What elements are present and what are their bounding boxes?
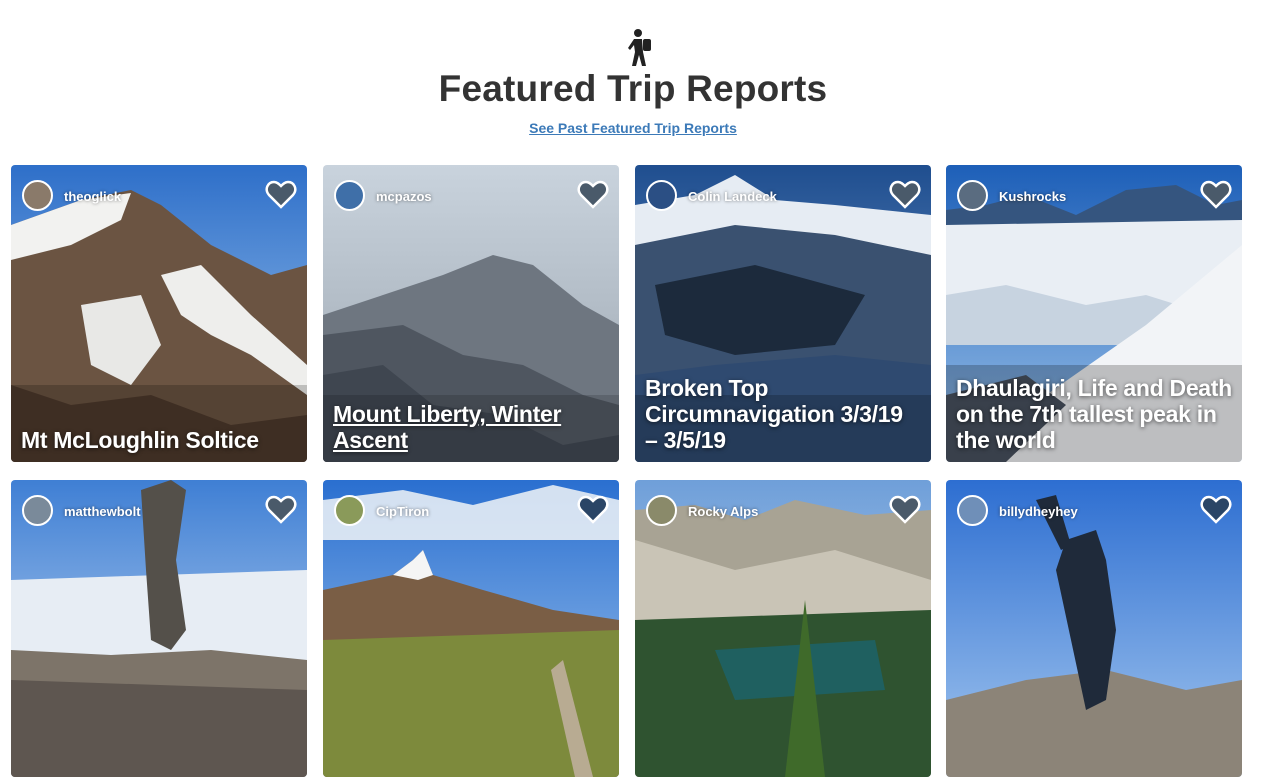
card-username[interactable]: Kushrocks bbox=[999, 189, 1066, 204]
heart-icon[interactable] bbox=[265, 495, 297, 525]
heart-icon[interactable] bbox=[889, 180, 921, 210]
card-username[interactable]: Rocky Alps bbox=[688, 504, 758, 519]
avatar[interactable] bbox=[22, 180, 53, 211]
heart-icon[interactable] bbox=[889, 495, 921, 525]
card-username[interactable]: theoglick bbox=[64, 189, 121, 204]
avatar[interactable] bbox=[334, 495, 365, 526]
trip-card[interactable]: mcpazos Mount Liberty, Winter Ascent bbox=[323, 165, 619, 462]
trip-photo bbox=[323, 480, 619, 777]
trip-card[interactable]: Kushrocks Dhaulagiri, Life and Death on … bbox=[946, 165, 1242, 462]
trip-card[interactable]: billydheyhey bbox=[946, 480, 1242, 777]
avatar[interactable] bbox=[646, 180, 677, 211]
heart-icon[interactable] bbox=[577, 180, 609, 210]
card-username[interactable]: matthewbolt bbox=[64, 504, 141, 519]
card-username[interactable]: billydheyhey bbox=[999, 504, 1078, 519]
avatar[interactable] bbox=[334, 180, 365, 211]
card-title[interactable]: Broken Top Circumnavigation 3/3/19 – 3/5… bbox=[645, 375, 921, 453]
card-username[interactable]: Colin Landeck bbox=[688, 189, 777, 204]
trip-card[interactable]: CipTiron bbox=[323, 480, 619, 777]
avatar[interactable] bbox=[957, 495, 988, 526]
avatar[interactable] bbox=[646, 495, 677, 526]
trip-photo bbox=[635, 480, 931, 777]
page-title: Featured Trip Reports bbox=[438, 68, 828, 109]
trip-card[interactable]: matthewbolt bbox=[11, 480, 307, 777]
heart-icon[interactable] bbox=[1200, 180, 1232, 210]
avatar[interactable] bbox=[957, 180, 988, 211]
trip-card[interactable]: Rocky Alps bbox=[635, 480, 931, 777]
heart-icon[interactable] bbox=[1200, 495, 1232, 525]
trip-photo bbox=[946, 480, 1242, 777]
card-title[interactable]: Mount Liberty, Winter Ascent bbox=[333, 401, 609, 453]
avatar[interactable] bbox=[22, 495, 53, 526]
trip-card[interactable]: Colin Landeck Broken Top Circumnavigatio… bbox=[635, 165, 931, 462]
card-title[interactable]: Dhaulagiri, Life and Death on the 7th ta… bbox=[956, 375, 1232, 453]
card-username[interactable]: mcpazos bbox=[376, 189, 432, 204]
trip-card[interactable]: theoglick Mt McLoughlin Soltice bbox=[11, 165, 307, 462]
trip-photo bbox=[11, 165, 307, 462]
card-title[interactable]: Mt McLoughlin Soltice bbox=[21, 427, 297, 453]
heart-icon[interactable] bbox=[265, 180, 297, 210]
trip-photo bbox=[11, 480, 307, 777]
past-featured-link[interactable]: See Past Featured Trip Reports bbox=[0, 120, 1266, 136]
card-username[interactable]: CipTiron bbox=[376, 504, 429, 519]
heart-icon[interactable] bbox=[577, 495, 609, 525]
hiker-icon bbox=[628, 29, 651, 66]
